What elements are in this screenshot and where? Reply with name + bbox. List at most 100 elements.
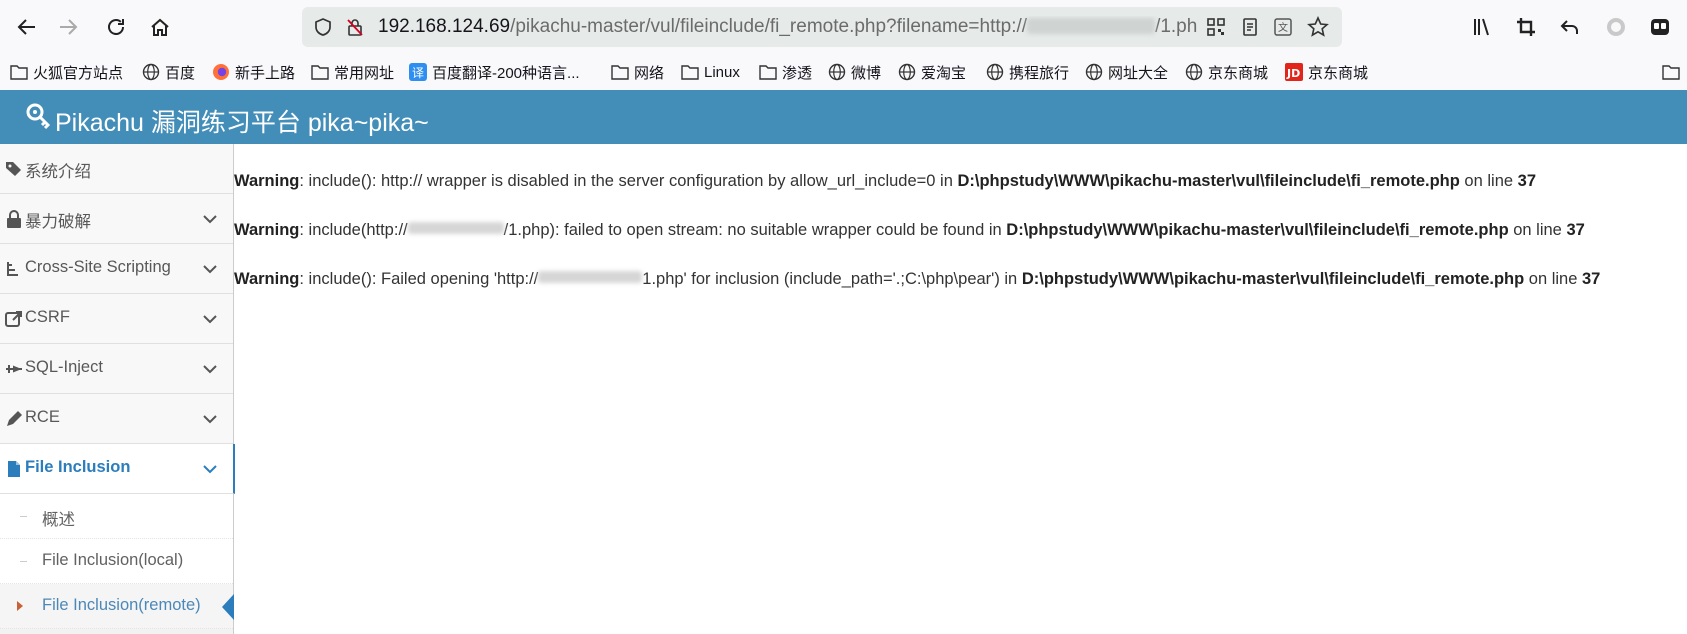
globe-icon (1185, 63, 1203, 81)
lock-icon (7, 210, 21, 228)
jd-icon: JD (1285, 63, 1303, 81)
folder-icon (759, 63, 777, 81)
reload-button[interactable] (101, 12, 131, 42)
bookmark-item[interactable]: 京东商城 (1185, 61, 1268, 83)
sidebar: 系统介绍 暴力破解 Cross-Site Scripting CSRF SQL-… (0, 144, 235, 634)
extension-button[interactable] (1601, 12, 1631, 42)
arrow-right-icon (60, 19, 78, 35)
library-button[interactable] (1467, 12, 1497, 42)
globe-icon (828, 63, 846, 81)
submenu-item-file-inclusion-local[interactable]: File Inclusion(local) (0, 539, 233, 584)
chevron-down-icon (203, 465, 217, 474)
php-warning-3: Warning: include(): Failed opening 'http… (234, 270, 1601, 288)
share-icon (5, 311, 22, 327)
redacted-ip (407, 222, 504, 234)
chevron-down-icon (203, 365, 217, 374)
chevron-down-icon (203, 315, 217, 324)
file-icon (8, 461, 20, 477)
home-button[interactable] (145, 12, 175, 42)
sidebar-item-csrf[interactable]: CSRF (0, 294, 233, 344)
tags-icon (6, 162, 21, 176)
url-text[interactable]: 192.168.124.69/pikachu-master/vul/filein… (378, 16, 1198, 38)
forward-button[interactable] (53, 12, 83, 42)
chevron-down-icon (203, 415, 217, 424)
bookmark-item[interactable]: 新手上路 (212, 61, 295, 83)
globe-icon (898, 63, 916, 81)
folder-icon (1662, 63, 1680, 81)
bookmark-item[interactable]: 火狐官方站点 (10, 61, 123, 83)
home-icon (151, 18, 169, 36)
library-icon (1474, 18, 1489, 36)
translate-icon: 译 (409, 63, 427, 81)
sidebar-item-intro[interactable]: 系统介绍 (0, 144, 233, 194)
globe-icon (142, 63, 160, 81)
reload-icon (108, 19, 124, 35)
undo-icon (1560, 20, 1578, 34)
tree-dash (20, 561, 27, 562)
bookmark-item[interactable]: 网址大全 (1085, 61, 1168, 83)
folder-icon (10, 63, 28, 81)
reader-view-icon[interactable] (1239, 16, 1261, 38)
chevron-down-icon (203, 265, 217, 274)
bookmark-item[interactable]: 译百度翻译-200种语言... (409, 61, 580, 83)
url-path-end: /1.php& (1155, 16, 1198, 37)
redacted-ip (1027, 18, 1156, 34)
php-warning-2: Warning: include(http:///1.php): failed … (234, 221, 1585, 239)
submenu-item-file-inclusion-remote[interactable]: File Inclusion(remote) (0, 584, 234, 629)
page-title: Pikachu 漏洞练习平台 pika~pika~ (55, 109, 429, 137)
screenshot-button[interactable] (1511, 12, 1541, 42)
bookmark-item[interactable]: 携程旅行 (986, 61, 1069, 83)
bookmarks-bar: 火狐官方站点 百度 新手上路 常用网址 译百度翻译-200种语言... 网络 L… (0, 54, 1687, 91)
other-bookmarks-folder[interactable] (1662, 61, 1685, 83)
svg-text:JD: JD (1286, 67, 1300, 80)
account-button[interactable] (1645, 12, 1675, 42)
bookmark-item[interactable]: Linux (681, 61, 740, 83)
undo-button[interactable] (1555, 12, 1585, 42)
caret-right-icon (17, 601, 23, 611)
bookmark-item[interactable]: 百度 (142, 61, 195, 83)
folder-icon (311, 63, 329, 81)
shield-icon[interactable] (312, 16, 334, 38)
pencil-icon (7, 411, 22, 426)
extension-app-icon (1651, 19, 1669, 35)
fighter-jet-icon (6, 365, 22, 373)
globe-icon (986, 63, 1004, 81)
page-header: Pikachu 漏洞练习平台 pika~pika~ (0, 90, 1687, 144)
chevron-down-icon (203, 215, 217, 224)
bookmark-item[interactable]: 常用网址 (311, 61, 394, 83)
url-host: 192.168.124.69 (378, 16, 511, 37)
submenu-item-overview[interactable]: 概述 (0, 494, 233, 539)
crop-icon (1517, 18, 1535, 36)
qr-code-icon[interactable] (1205, 16, 1227, 38)
sidebar-item-bruteforce[interactable]: 暴力破解 (0, 194, 233, 244)
sidebar-item-rce[interactable]: RCE (0, 394, 233, 444)
globe-icon (1085, 63, 1103, 81)
sidebar-item-sqli[interactable]: SQL-Inject (0, 344, 233, 394)
browser-toolbar: 192.168.124.69/pikachu-master/vul/filein… (0, 0, 1687, 54)
circle-icon (1607, 18, 1625, 36)
bookmark-item[interactable]: 微博 (828, 61, 881, 83)
main-content: Warning: include(): http:// wrapper is d… (234, 144, 1687, 634)
bookmark-item[interactable]: 爱淘宝 (898, 61, 966, 83)
redacted-ip (538, 271, 643, 283)
sidebar-item-xss[interactable]: Cross-Site Scripting (0, 244, 233, 294)
translate-icon[interactable]: 文 (1272, 16, 1294, 38)
folder-icon (681, 63, 699, 81)
insecure-lock-icon[interactable] (344, 16, 366, 38)
bookmark-item[interactable]: 渗透 (759, 61, 812, 83)
arrow-left-icon (17, 19, 35, 35)
sidebar-item-file-inclusion[interactable]: File Inclusion (0, 444, 235, 494)
bookmark-item[interactable]: JD 京东商城 (1285, 61, 1368, 83)
back-button[interactable] (12, 12, 42, 42)
url-bar[interactable]: 192.168.124.69/pikachu-master/vul/filein… (302, 7, 1342, 47)
svg-text:文: 文 (1278, 21, 1288, 34)
list-icon (7, 262, 18, 276)
active-pointer-icon (222, 594, 234, 620)
key-icon (26, 103, 51, 130)
svg-text:译: 译 (412, 66, 424, 80)
php-warning-1: Warning: include(): http:// wrapper is d… (234, 172, 1536, 190)
firefox-icon (212, 63, 230, 81)
bookmark-item[interactable]: 网络 (611, 61, 664, 83)
tree-dash (20, 516, 27, 517)
bookmark-star-icon[interactable] (1307, 16, 1329, 38)
